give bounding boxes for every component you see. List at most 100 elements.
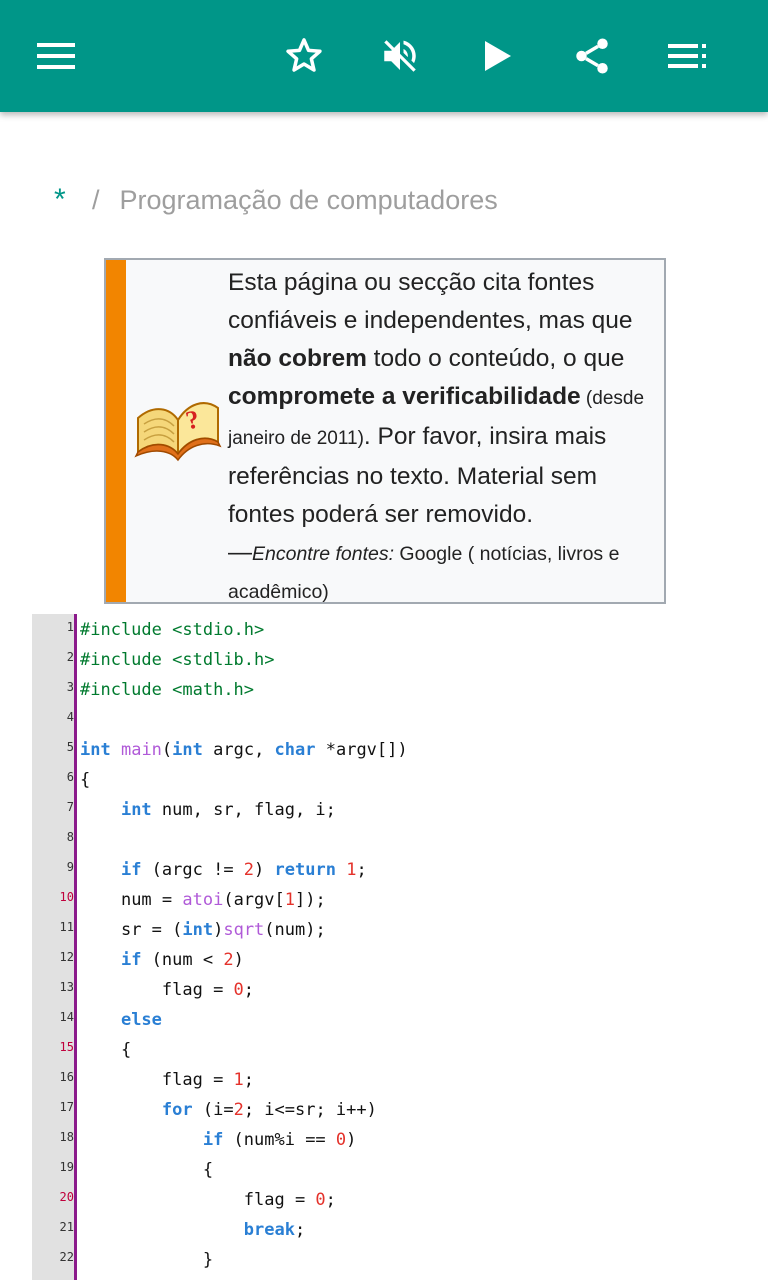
- line-number: 2: [66, 650, 74, 664]
- code-line: {: [80, 1040, 131, 1060]
- code-token: (num);: [264, 920, 326, 940]
- code-token: int: [120, 800, 152, 820]
- code-token: (argc !=: [141, 860, 244, 880]
- code-token: {: [202, 1160, 214, 1180]
- code-token: <stdlib.h>: [172, 650, 275, 670]
- notice-bold-not-cover: não cobrem: [228, 345, 367, 372]
- em-dash: —: [228, 539, 252, 566]
- code-token: {: [120, 1040, 132, 1060]
- gutter-divider: [74, 614, 77, 1280]
- code-token: char: [274, 740, 316, 760]
- code-token: (i=: [192, 1100, 234, 1120]
- code-line: break;: [80, 1220, 305, 1240]
- code-token: #include: [80, 620, 162, 640]
- breadcrumb-separator: /: [92, 184, 100, 215]
- line-number: 6: [66, 770, 74, 784]
- code-line: flag = 0;: [80, 980, 254, 1000]
- code-token: break: [243, 1220, 295, 1240]
- line-number: 17: [59, 1100, 74, 1114]
- code-line: if (argc != 2) return 1;: [80, 860, 367, 880]
- line-number: 21: [59, 1220, 74, 1234]
- line-number: 14: [59, 1010, 74, 1024]
- line-number: 15: [59, 1040, 74, 1054]
- code-token: 2: [243, 860, 255, 880]
- code-token: <math.h>: [172, 680, 255, 700]
- line-number: 8: [66, 830, 74, 844]
- share-button[interactable]: [564, 28, 620, 84]
- code-token: 1: [233, 1070, 244, 1090]
- line-number: 11: [59, 920, 74, 934]
- code-token: {: [80, 770, 91, 790]
- breadcrumb-root-link[interactable]: *: [54, 183, 88, 217]
- code-token: ;: [294, 1220, 306, 1240]
- app-toolbar: [0, 0, 768, 112]
- code-line: for (i=2; i<=sr; i++): [80, 1100, 377, 1120]
- line-number: 12: [59, 950, 74, 964]
- code-token: ): [254, 860, 275, 880]
- code-token: argc,: [202, 740, 275, 760]
- line-number: 9: [66, 860, 74, 874]
- code-token: ): [346, 1130, 357, 1150]
- line-number: 16: [59, 1070, 74, 1084]
- volume-off-icon: [379, 35, 421, 77]
- line-number: 4: [66, 710, 74, 724]
- mute-button[interactable]: [372, 28, 428, 84]
- code-token: *argv[]): [315, 740, 408, 760]
- breadcrumb-current[interactable]: Programação de computadores: [120, 185, 498, 216]
- notice-accent-bar: [106, 260, 126, 602]
- breadcrumb: * / Programação de computadores: [54, 180, 498, 220]
- code-token: <stdio.h>: [172, 620, 265, 640]
- code-token: 0: [233, 980, 244, 1000]
- play-button[interactable]: [470, 28, 526, 84]
- code-line: }: [80, 1250, 213, 1270]
- code-line: if (num%i == 0): [80, 1130, 357, 1150]
- code-line: else: [80, 1010, 162, 1030]
- code-token: #include: [80, 680, 162, 700]
- code-token: (num%i ==: [223, 1130, 336, 1150]
- code-token: 1: [284, 890, 295, 910]
- code-token: main: [120, 740, 162, 760]
- code-line: {: [80, 1160, 213, 1180]
- code-token: ;: [243, 980, 255, 1000]
- code-token: flag =: [161, 1070, 234, 1090]
- hamburger-menu-icon: [37, 42, 75, 70]
- code-token: if: [120, 860, 142, 880]
- favorite-button[interactable]: [276, 28, 332, 84]
- code-token: sr = (: [120, 920, 183, 940]
- code-token: (num <: [141, 950, 224, 970]
- code-token: 2: [233, 1100, 244, 1120]
- code-token: ): [213, 920, 224, 940]
- code-token: int: [182, 920, 214, 940]
- code-token: ;: [325, 1190, 336, 1210]
- code-line: #include <stdio.h>: [80, 620, 264, 640]
- find-sources-label: Encontre fontes:: [252, 543, 395, 565]
- line-number: 3: [66, 680, 74, 694]
- notice-bold-verifiability[interactable]: compromete a verificabilidade: [228, 383, 581, 410]
- code-line: {: [80, 770, 90, 790]
- code-token: atoi: [182, 890, 224, 910]
- notice-text-part: Esta página ou secção cita fontes confiá…: [228, 269, 633, 334]
- code-token: else: [120, 1010, 162, 1030]
- line-number: 19: [59, 1160, 74, 1174]
- code-token: ; i<=sr; i++): [243, 1100, 377, 1120]
- notice-text: Esta página ou secção cita fontes confiá…: [228, 264, 658, 611]
- code-token: flag =: [243, 1190, 316, 1210]
- line-number: 5: [66, 740, 74, 754]
- code-line: int main(int argc, char *argv[]): [80, 740, 408, 760]
- code-line: if (num < 2): [80, 950, 244, 970]
- code-line: int num, sr, flag, i;: [80, 800, 336, 820]
- code-line: flag = 1;: [80, 1070, 254, 1090]
- star-outline-icon: [283, 35, 325, 77]
- line-number: 13: [59, 980, 74, 994]
- code-token: ): [233, 950, 244, 970]
- code-token: (: [161, 740, 173, 760]
- code-token: num, sr, flag, i;: [151, 800, 336, 820]
- code-line: #include <stdlib.h>: [80, 650, 275, 670]
- code-image: 1 2 3 4 5 6 7 8 9 10 11 12 13 14 15 16 1…: [32, 614, 768, 1280]
- contents-button[interactable]: [660, 28, 716, 84]
- menu-button[interactable]: [28, 28, 84, 84]
- code-token: ;: [243, 1070, 255, 1090]
- code-token: flag =: [161, 980, 234, 1000]
- code-token: for: [161, 1100, 193, 1120]
- code-token: sqrt: [223, 920, 265, 940]
